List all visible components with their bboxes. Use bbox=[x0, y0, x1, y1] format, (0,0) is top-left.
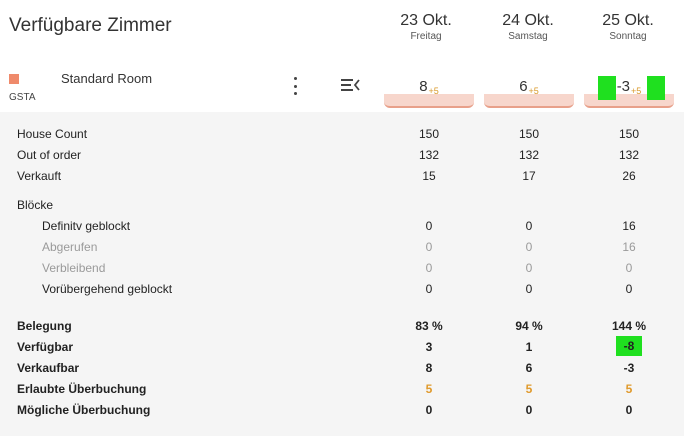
availability-cell-1[interactable]: 8+5 bbox=[384, 72, 474, 108]
row-label-abgerufen: Abgerufen bbox=[42, 240, 98, 254]
table-cell: 16 bbox=[622, 219, 636, 233]
table-cell: 150 bbox=[618, 127, 640, 141]
table-cell: 0 bbox=[525, 282, 533, 296]
availability-value: 6 bbox=[519, 78, 528, 95]
table-cell: 0 bbox=[525, 219, 533, 233]
table-cell: 132 bbox=[518, 148, 540, 162]
room-color-swatch bbox=[9, 74, 19, 84]
date-column-1: 23 Okt. Freitag bbox=[376, 12, 476, 42]
date-column-3: 25 Okt. Sonntag bbox=[578, 12, 678, 42]
table-cell: 83 % bbox=[415, 319, 443, 333]
table-cell: 26 bbox=[622, 169, 636, 183]
table-cell: 16 bbox=[622, 240, 636, 254]
table-cell: 150 bbox=[518, 127, 540, 141]
table-cell: 1 bbox=[525, 340, 533, 354]
overbooking-extra: +5 bbox=[428, 86, 439, 96]
row-label-verkaufbar: Verkaufbar bbox=[17, 361, 80, 375]
table-cell: 0 bbox=[425, 282, 433, 296]
table-cell: 17 bbox=[522, 169, 536, 183]
table-cell: 0 bbox=[425, 240, 433, 254]
availability-value: -3 bbox=[616, 78, 631, 95]
table-cell: 0 bbox=[625, 261, 633, 275]
row-label-verfuegbar: Verfügbar bbox=[17, 340, 74, 354]
table-cell: 15 bbox=[422, 169, 436, 183]
weekday-label: Samstag bbox=[508, 31, 548, 42]
section-label-bloecke: Blöcke bbox=[17, 198, 54, 212]
date-label: 24 Okt. bbox=[502, 12, 554, 29]
table-cell: 0 bbox=[525, 261, 533, 275]
table-cell: 150 bbox=[418, 127, 440, 141]
table-cell: 0 bbox=[625, 282, 633, 296]
page-title: Verfügbare Zimmer bbox=[9, 15, 172, 36]
table-cell: 0 bbox=[525, 403, 533, 417]
weekday-label: Sonntag bbox=[609, 31, 647, 42]
table-cell: 132 bbox=[618, 148, 640, 162]
table-cell: 144 % bbox=[611, 319, 647, 333]
table-cell: 0 bbox=[425, 403, 433, 417]
collapse-menu-icon[interactable] bbox=[340, 77, 360, 93]
availability-cell-3[interactable]: -3+5 bbox=[584, 72, 674, 108]
table-cell: 0 bbox=[425, 261, 433, 275]
room-code: GSTA bbox=[9, 92, 36, 103]
row-label-belegung: Belegung bbox=[17, 319, 72, 333]
header: Verfügbare Zimmer 23 Okt. Freitag 24 Okt… bbox=[0, 0, 684, 112]
table-cell: 0 bbox=[425, 219, 433, 233]
table-cell: 94 % bbox=[515, 319, 543, 333]
table-cell: 0 bbox=[525, 240, 533, 254]
weekday-label: Freitag bbox=[410, 31, 442, 42]
table-cell: 5 bbox=[625, 382, 633, 396]
table-cell: 132 bbox=[418, 148, 440, 162]
availability-value: 8 bbox=[419, 78, 428, 95]
date-column-2: 24 Okt. Samstag bbox=[478, 12, 578, 42]
row-label-verkauft: Verkauft bbox=[17, 169, 62, 183]
table-cell: 5 bbox=[425, 382, 433, 396]
overbooking-extra: +5 bbox=[631, 86, 642, 96]
row-label-definitiv: Definitv geblockt bbox=[42, 219, 131, 233]
row-label-moegliche-ueberbuchung: Mögliche Überbuchung bbox=[17, 403, 151, 417]
row-label-erlaubte-ueberbuchung: Erlaubte Überbuchung bbox=[17, 382, 147, 396]
table-cell: 0 bbox=[625, 403, 633, 417]
table-cell-highlighted: -8 bbox=[616, 336, 642, 356]
redacted-area bbox=[23, 70, 59, 85]
table-cell: 3 bbox=[425, 340, 433, 354]
row-label-out-of-order: Out of order bbox=[17, 148, 82, 162]
table-cell: -3 bbox=[623, 361, 635, 375]
more-vert-icon[interactable] bbox=[288, 77, 302, 95]
row-label-house-count: House Count bbox=[17, 127, 88, 141]
table-cell: 8 bbox=[425, 361, 433, 375]
date-label: 25 Okt. bbox=[602, 12, 654, 29]
availability-cell-2[interactable]: 6+5 bbox=[484, 72, 574, 108]
date-label: 23 Okt. bbox=[400, 12, 452, 29]
room-name: Standard Room bbox=[61, 71, 153, 86]
overbooking-extra: +5 bbox=[528, 86, 539, 96]
table-cell: 6 bbox=[525, 361, 533, 375]
row-label-verbleibend: Verbleibend bbox=[42, 261, 106, 275]
row-label-voruebergehend: Vorübergehend geblockt bbox=[42, 282, 173, 296]
table-cell: 5 bbox=[525, 382, 533, 396]
